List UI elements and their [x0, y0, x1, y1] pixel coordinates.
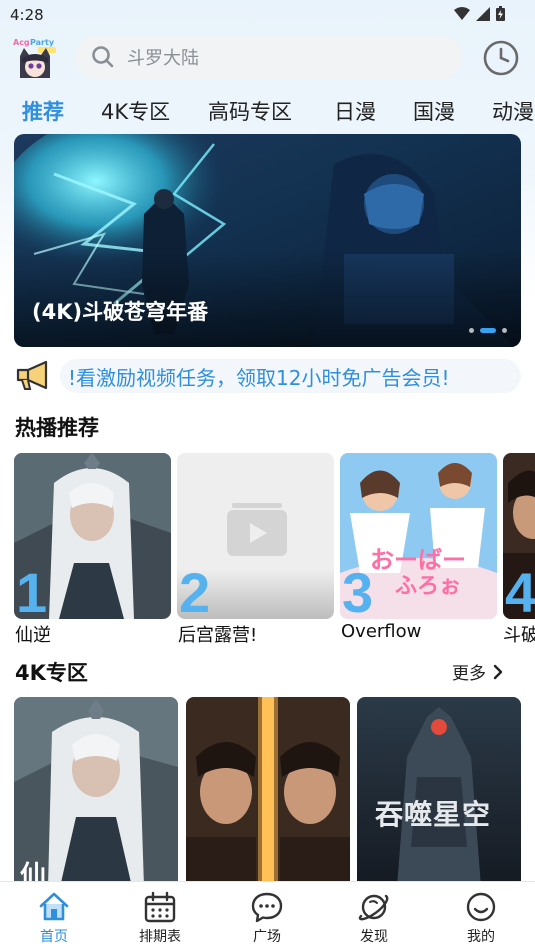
hot-card-2[interactable]: 2	[177, 453, 334, 619]
tab-chinese-anime[interactable]: 国漫	[413, 96, 455, 126]
battery-icon	[496, 6, 505, 21]
nav-home[interactable]: 首页	[14, 890, 94, 946]
svg-text:ふろぉ: ふろぉ	[395, 574, 461, 599]
hot-rank-1: 1	[16, 561, 48, 619]
tab-high-bitrate[interactable]: 高码专区	[208, 96, 292, 126]
clock-icon	[483, 40, 519, 76]
svg-text:Party: Party	[30, 38, 55, 47]
hot-rank-4: 4	[505, 561, 535, 619]
chat-icon	[251, 892, 283, 923]
k4-card-3-poster	[357, 697, 521, 887]
chevron-right-icon	[493, 664, 503, 679]
k4-card-3[interactable]: 吞噬星空	[357, 697, 521, 887]
hot-name-2: 后宫露营!	[178, 625, 258, 646]
announcement-pill: !看激励视频任务，领取12小时免广告会员!	[60, 359, 521, 393]
nav-mine-label: 我的	[467, 929, 495, 945]
nav-schedule-label: 排期表	[139, 929, 181, 945]
k4-more-label: 更多	[452, 664, 486, 684]
k4-card-1[interactable]: 仙	[14, 697, 178, 887]
bottom-nav: 首页 排期表 广场 发现 我的	[0, 881, 535, 951]
status-bar: 4:28	[0, 0, 535, 30]
nav-discover[interactable]: 发现	[334, 890, 414, 946]
hot-card-3[interactable]: おーばー ふろぉ 3	[340, 453, 497, 619]
status-icons	[454, 6, 505, 21]
megaphone-icon	[16, 360, 48, 390]
svg-text:おーばー: おーばー	[370, 546, 466, 574]
category-tabs: 推荐 4K专区 高码专区 日漫 国漫 动漫	[0, 92, 535, 132]
home-icon	[39, 892, 69, 921]
tab-4k[interactable]: 4K专区	[101, 96, 170, 126]
carousel-dot	[502, 328, 507, 333]
hot-name-1: 仙逆	[15, 625, 51, 646]
hot-section-title: 热播推荐	[15, 416, 99, 440]
banner-title: (4K)斗破苍穹年番	[32, 300, 209, 324]
k4-card-2-poster	[186, 697, 350, 887]
hot-name-4: 斗破	[503, 625, 535, 646]
nav-schedule[interactable]: 排期表	[120, 890, 200, 946]
k4-card-2[interactable]	[186, 697, 350, 887]
nav-home-label: 首页	[40, 929, 68, 945]
nav-discover-label: 发现	[360, 929, 388, 945]
hot-rank-2: 2	[179, 561, 211, 619]
hot-card-1[interactable]: 1	[14, 453, 171, 619]
carousel-dot	[469, 328, 474, 333]
wifi-icon	[454, 6, 470, 20]
k4-section-title: 4K专区	[15, 661, 88, 685]
hot-rank-3: 3	[342, 561, 374, 619]
tab-recommend[interactable]: 推荐	[22, 96, 64, 126]
tab-japanese-anime[interactable]: 日漫	[334, 96, 376, 126]
carousel-dot-active	[480, 328, 496, 333]
status-time: 4:28	[10, 6, 44, 24]
search-bar[interactable]: 斗罗大陆	[75, 35, 462, 79]
nav-mine[interactable]: 我的	[441, 890, 521, 946]
carousel-indicator	[469, 328, 507, 333]
app-logo[interactable]: Acg Party	[12, 36, 58, 82]
hot-card-4[interactable]: 4	[503, 453, 535, 619]
nav-square[interactable]: 广场	[227, 890, 307, 946]
hot-name-3: Overflow	[341, 621, 422, 642]
calendar-icon	[144, 891, 176, 923]
signal-icon	[476, 6, 490, 21]
announcement-bar[interactable]: !看激励视频任务，领取12小时免广告会员!	[14, 358, 521, 394]
banner-carousel[interactable]: (4K)斗破苍穹年番	[14, 134, 521, 347]
nav-square-label: 广场	[253, 929, 281, 945]
k4-card-3-caption: 吞噬星空	[375, 798, 492, 831]
svg-text:Acg: Acg	[13, 38, 30, 47]
search-placeholder: 斗罗大陆	[127, 48, 199, 69]
planet-icon	[358, 894, 389, 921]
search-icon	[92, 46, 114, 68]
k4-more-link[interactable]: 更多	[452, 659, 504, 684]
history-button[interactable]	[482, 39, 520, 77]
tab-anime[interactable]: 动漫	[492, 96, 534, 126]
smile-icon	[466, 892, 496, 922]
announcement-text: !看激励视频任务，领取12小时免广告会员!	[68, 366, 450, 390]
